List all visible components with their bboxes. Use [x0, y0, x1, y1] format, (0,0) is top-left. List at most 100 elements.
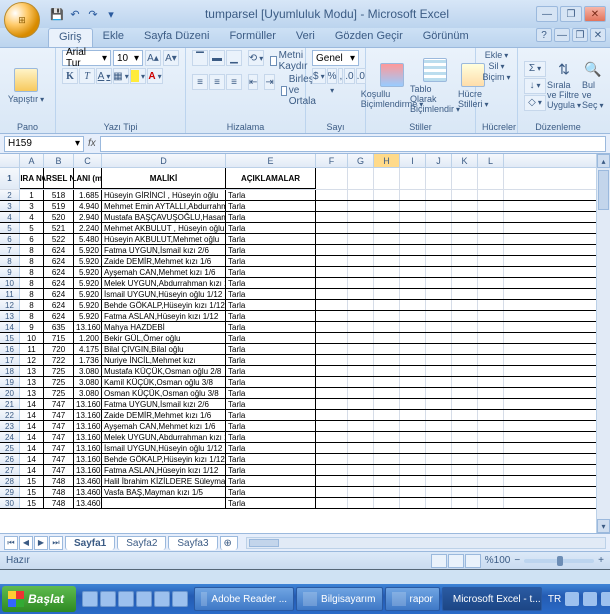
- row-header[interactable]: 9: [0, 267, 20, 277]
- cell[interactable]: 14: [20, 432, 44, 442]
- cell[interactable]: Tarla: [226, 267, 316, 277]
- new-sheet-button[interactable]: ⊕: [220, 536, 238, 550]
- cell[interactable]: Tarla: [226, 443, 316, 453]
- tab-view[interactable]: Görünüm: [413, 28, 479, 47]
- ql-desktop-icon[interactable]: [100, 591, 116, 607]
- row-header[interactable]: 8: [0, 256, 20, 266]
- row-header[interactable]: 6: [0, 234, 20, 244]
- cell[interactable]: Fatma UYGUN,İsmail kızı 2/6: [102, 245, 226, 255]
- cell[interactable]: 13: [20, 377, 44, 387]
- col-A[interactable]: A: [20, 154, 44, 167]
- row-header[interactable]: 29: [0, 487, 20, 497]
- cell[interactable]: Tarla: [226, 256, 316, 266]
- wrap-text-button[interactable]: Metni Kaydır: [270, 50, 311, 72]
- col-J[interactable]: J: [426, 154, 452, 167]
- row-header[interactable]: 10: [0, 278, 20, 288]
- cell[interactable]: 3.080: [74, 366, 102, 376]
- zoom-level[interactable]: %100: [485, 555, 511, 566]
- qa-more-icon[interactable]: ▾: [104, 7, 118, 21]
- italic-button[interactable]: T: [79, 68, 95, 84]
- redo-icon[interactable]: ↷: [86, 7, 100, 21]
- cell[interactable]: 13.160: [74, 465, 102, 475]
- cell[interactable]: Melek UYGUN,Abdurrahman kızı 1/12: [102, 278, 226, 288]
- cell[interactable]: 13.160: [74, 432, 102, 442]
- cell[interactable]: 1.736: [74, 355, 102, 365]
- cell[interactable]: 624: [44, 311, 74, 321]
- cell[interactable]: 747: [44, 410, 74, 420]
- hscroll-thumb[interactable]: [249, 539, 279, 547]
- cell[interactable]: 5.920: [74, 256, 102, 266]
- cell[interactable]: 5.920: [74, 278, 102, 288]
- bold-button[interactable]: K: [62, 68, 78, 84]
- cell[interactable]: 8: [20, 300, 44, 310]
- cell[interactable]: 1.685: [74, 190, 102, 200]
- cell[interactable]: 624: [44, 245, 74, 255]
- underline-button[interactable]: A: [96, 68, 112, 84]
- row-header[interactable]: 21: [0, 399, 20, 409]
- sheet-nav-next[interactable]: ▶: [34, 536, 48, 550]
- vertical-scrollbar[interactable]: ▴ ▾: [596, 154, 610, 533]
- cell[interactable]: İsmail UYGUN,Hüseyin oğlu 1/12: [102, 289, 226, 299]
- taskbar-task[interactable]: rapor: [385, 587, 440, 611]
- row-header[interactable]: 13: [0, 311, 20, 321]
- cell[interactable]: 13: [20, 388, 44, 398]
- tray-icon-2[interactable]: [583, 592, 597, 606]
- cell[interactable]: Tarla: [226, 377, 316, 387]
- cell[interactable]: Tarla: [226, 399, 316, 409]
- cell[interactable]: 1.200: [74, 333, 102, 343]
- tab-data[interactable]: Veri: [286, 28, 325, 47]
- cell[interactable]: Tarla: [226, 289, 316, 299]
- zoom-in-icon[interactable]: +: [598, 555, 604, 566]
- insert-cells-button[interactable]: Ekle: [485, 50, 509, 60]
- cell[interactable]: 5.480: [74, 234, 102, 244]
- zoom-slider[interactable]: [524, 559, 594, 563]
- fill-color-button[interactable]: [130, 68, 146, 84]
- tab-home[interactable]: Giriş: [48, 28, 93, 47]
- font-color-button[interactable]: A: [147, 68, 163, 84]
- sheet-tab-3[interactable]: Sayfa3: [168, 536, 217, 550]
- cell[interactable]: 522: [44, 234, 74, 244]
- row-header[interactable]: 26: [0, 454, 20, 464]
- cell[interactable]: İsmail UYGUN,Hüseyin oğlu 1/12: [102, 443, 226, 453]
- mdi-restore[interactable]: ❐: [572, 28, 588, 42]
- indent-dec-icon[interactable]: ⇤: [248, 74, 258, 90]
- cell[interactable]: Tarla: [226, 322, 316, 332]
- cell[interactable]: Behde GÖKALP,Hüseyin kızı 1/12: [102, 300, 226, 310]
- cell[interactable]: 13.460: [74, 476, 102, 486]
- cell[interactable]: Tarla: [226, 454, 316, 464]
- cell[interactable]: Halil İbrahim KİZİLDERE Süleyman oğlu 1/…: [102, 476, 226, 486]
- cell[interactable]: 15: [20, 476, 44, 486]
- cell[interactable]: Fatma UYGUN,İsmail kızı 2/6: [102, 399, 226, 409]
- scroll-thumb[interactable]: [598, 170, 609, 210]
- cell[interactable]: 3.080: [74, 388, 102, 398]
- mdi-minimize[interactable]: —: [554, 28, 570, 42]
- cell[interactable]: 13.160: [74, 443, 102, 453]
- cell[interactable]: Tarla: [226, 190, 316, 200]
- cell[interactable]: 748: [44, 476, 74, 486]
- cell[interactable]: Ayşemah CAN,Mehmet kızı 1/6: [102, 267, 226, 277]
- save-icon[interactable]: 💾: [50, 7, 64, 21]
- cell[interactable]: Tarla: [226, 410, 316, 420]
- cell[interactable]: Tarla: [226, 333, 316, 343]
- align-left-icon[interactable]: ≡: [192, 74, 208, 90]
- cell[interactable]: Tarla: [226, 234, 316, 244]
- ql-ie-icon[interactable]: [82, 591, 98, 607]
- row-header[interactable]: 17: [0, 355, 20, 365]
- maximize-button[interactable]: ❐: [560, 6, 582, 22]
- scroll-down-icon[interactable]: ▾: [597, 519, 610, 533]
- cell[interactable]: 14: [20, 421, 44, 431]
- cell[interactable]: Mustafa KÜÇÜK,Osman oğlu 2/8: [102, 366, 226, 376]
- cell[interactable]: 8: [20, 245, 44, 255]
- cell[interactable]: 8: [20, 289, 44, 299]
- row-header[interactable]: 19: [0, 377, 20, 387]
- col-F[interactable]: F: [316, 154, 348, 167]
- cell[interactable]: 747: [44, 454, 74, 464]
- cell[interactable]: 4.175: [74, 344, 102, 354]
- find-select-button[interactable]: 🔍Bul ve Seç: [582, 61, 604, 110]
- cell[interactable]: Tarla: [226, 476, 316, 486]
- undo-icon[interactable]: ↶: [68, 7, 82, 21]
- cell[interactable]: Osman KÜÇÜK,Osman oğlu 3/8: [102, 388, 226, 398]
- cell[interactable]: Bilal ÇIVGIN,Bilal oğlu: [102, 344, 226, 354]
- cell[interactable]: Vasfa BAŞ,Mayman kızı 1/5: [102, 487, 226, 497]
- cell[interactable]: 12: [20, 355, 44, 365]
